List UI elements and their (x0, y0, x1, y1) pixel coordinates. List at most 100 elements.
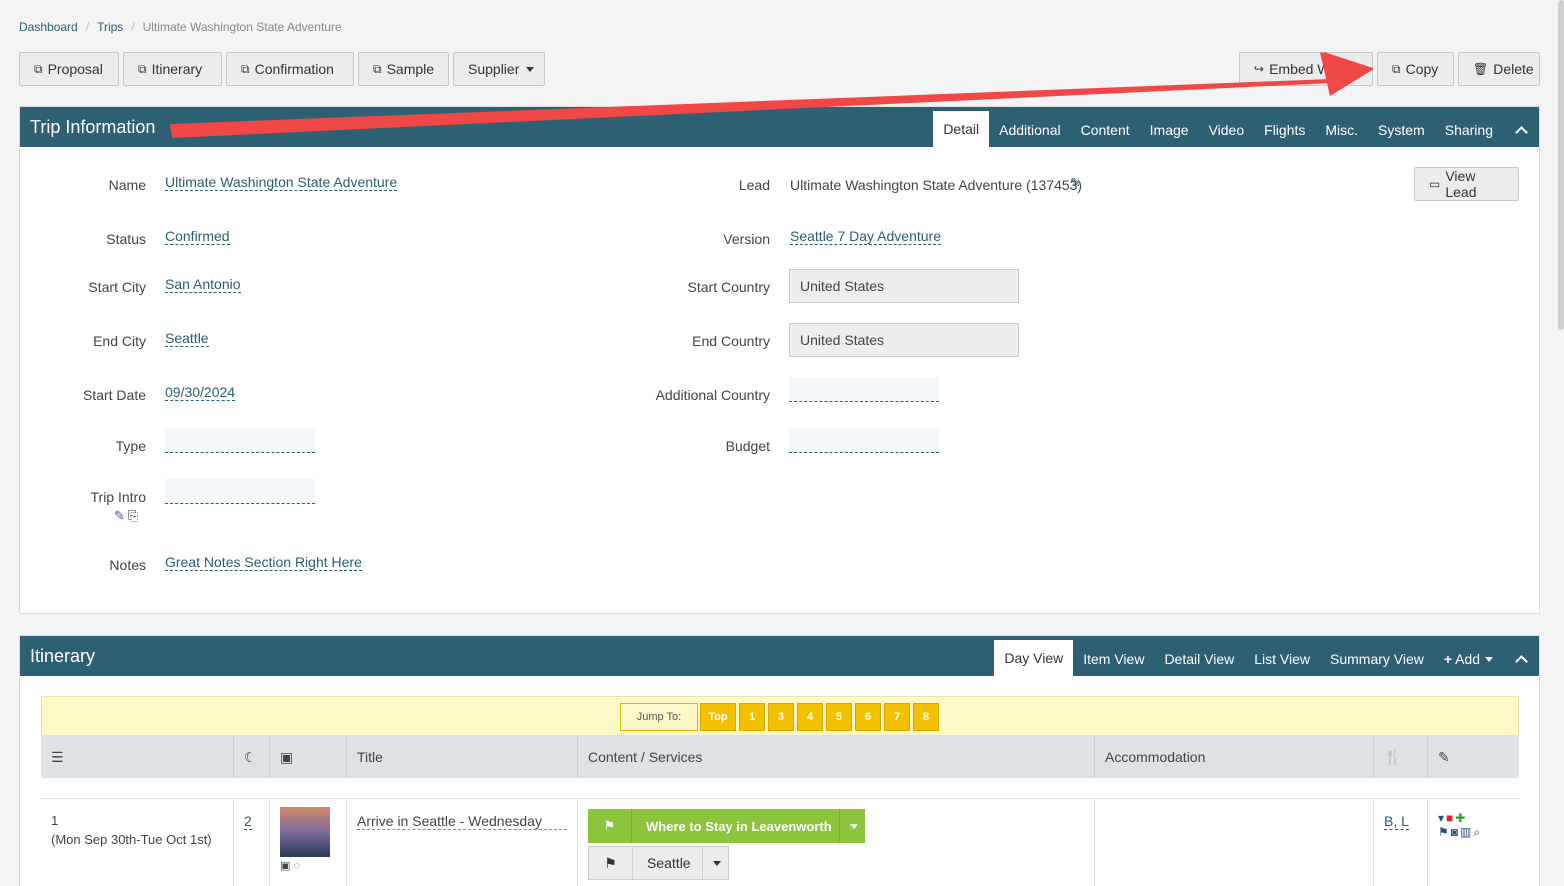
breadcrumb-trips[interactable]: Trips (97, 20, 123, 34)
paste-icon[interactable]: ⎘ (128, 508, 138, 524)
additional-country-label: Additional Country (655, 387, 770, 403)
collapse-icon[interactable] (1503, 113, 1539, 147)
start-date-label: Start Date (82, 387, 146, 403)
building-icon[interactable]: ▥ (1460, 825, 1471, 840)
version-value[interactable]: Seattle 7 Day Adventure (790, 228, 941, 245)
start-city-value[interactable]: San Antonio (165, 276, 241, 293)
caret-down-icon[interactable] (702, 847, 728, 879)
accommodation-cell (1095, 799, 1374, 886)
sample-button[interactable]: ⧉ Sample (358, 52, 449, 86)
tab-summary-view[interactable]: Summary View (1320, 642, 1434, 676)
start-country-field[interactable]: United States (789, 269, 1019, 303)
jump-day-4[interactable]: 4 (797, 703, 823, 731)
tab-detail[interactable]: Detail (933, 111, 990, 147)
meals-cell: B, L (1374, 799, 1428, 886)
itinerary-button[interactable]: ⧉ Itinerary (123, 52, 222, 86)
day-thumbnail[interactable] (280, 807, 330, 857)
flag-icon: ⚑ (589, 847, 633, 879)
itinerary-header: Itinerary Day View Item View Detail View… (20, 636, 1539, 676)
expand-icon[interactable]: ▾ (1438, 811, 1444, 825)
flag-icon[interactable]: ⚑ (1438, 825, 1449, 840)
row-actions: ▾ ■ ✚ ⚑ ◙ ▥ ⌕ (1428, 799, 1519, 886)
tab-sharing[interactable]: Sharing (1435, 113, 1503, 147)
image-tools: ▣ ◌ (280, 859, 336, 872)
jump-day-3[interactable]: 3 (768, 703, 794, 731)
tab-video[interactable]: Video (1199, 113, 1255, 147)
tab-item-view[interactable]: Item View (1073, 642, 1154, 676)
view-lead-button[interactable]: ▭ View Lead (1414, 167, 1519, 201)
caret-down-icon (1485, 656, 1493, 662)
trip-intro-input[interactable] (165, 479, 315, 504)
col-content: Content / Services (578, 736, 1095, 778)
end-city-value[interactable]: Seattle (165, 330, 209, 347)
confirmation-button[interactable]: ⧉ Confirmation (226, 52, 354, 86)
image-icon[interactable]: ▣ (280, 860, 290, 872)
jump-buttons: Top 1 3 4 5 6 7 8 (700, 703, 939, 731)
budget-input[interactable] (789, 428, 939, 453)
col-accommodation: Accommodation (1095, 736, 1374, 778)
trip-information-panel: Trip Information Detail Additional Conte… (19, 106, 1540, 614)
tab-flights[interactable]: Flights (1254, 113, 1315, 147)
jump-day-8[interactable]: 8 (913, 703, 939, 731)
trip-intro-label: Trip Intro (90, 489, 147, 505)
col-title: Title (347, 736, 578, 778)
scrollbar[interactable] (1558, 0, 1564, 330)
trip-actions: ↪ Embed Wi... ⧉ Copy 🗑 Delete (1239, 52, 1540, 86)
type-input[interactable] (165, 428, 315, 453)
image-cell: ▣ ◌ (270, 799, 347, 886)
meals-value[interactable]: B, L (1384, 813, 1409, 830)
trip-tabs: Detail Additional Content Image Video Fl… (933, 107, 1539, 147)
tab-image[interactable]: Image (1140, 113, 1199, 147)
tab-list-view[interactable]: List View (1244, 642, 1320, 676)
content-cell: ⚑ Where to Stay in Leavenworth ⚑ Seattle (578, 799, 1095, 886)
caret-down-icon (526, 66, 535, 72)
day-title[interactable]: Arrive in Seattle - Wednesday (357, 813, 567, 830)
start-date-value[interactable]: 09/30/2024 (165, 384, 236, 401)
tab-detail-view[interactable]: Detail View (1154, 642, 1244, 676)
itinerary-table-header: ☰ ☾ ▣ Title Content / Services Accommoda… (41, 736, 1519, 778)
add-icon[interactable]: ✚ (1455, 811, 1465, 825)
jump-day-1[interactable]: 1 (739, 703, 765, 731)
caret-down-icon[interactable] (839, 809, 865, 843)
external-link-icon: ⧉ (34, 61, 43, 76)
embed-button[interactable]: ↪ Embed Wi... (1239, 52, 1373, 86)
jump-day-6[interactable]: 6 (855, 703, 881, 731)
name-value[interactable]: Ultimate Washington State Adventure (165, 174, 398, 191)
additional-country-input[interactable] (789, 377, 939, 402)
jump-day-7[interactable]: 7 (884, 703, 910, 731)
remove-icon[interactable]: ■ (1446, 811, 1453, 825)
copy-button[interactable]: ⧉ Copy (1377, 52, 1454, 86)
jump-day-5[interactable]: 5 (826, 703, 852, 731)
binoculars-icon[interactable]: ◙ (1451, 825, 1458, 840)
delete-button[interactable]: 🗑 Delete (1458, 52, 1540, 86)
search-icon[interactable]: ⌕ (1473, 825, 1480, 840)
collapse-icon[interactable] (1503, 642, 1539, 676)
end-country-field[interactable]: United States (789, 323, 1019, 357)
notes-value[interactable]: Great Notes Section Right Here (165, 554, 362, 571)
table-row: 1 (Mon Sep 30th-Tue Oct 1st) 2 ▣ ◌ Arriv… (41, 798, 1519, 886)
end-country-label: End Country (692, 333, 770, 349)
lead-label: Lead (738, 177, 770, 193)
breadcrumb-dashboard[interactable]: Dashboard (19, 20, 78, 34)
edit-icon[interactable]: ✎ (114, 508, 125, 524)
service-button-leavenworth[interactable]: ⚑ Where to Stay in Leavenworth (588, 809, 865, 843)
tab-misc[interactable]: Misc. (1315, 113, 1368, 147)
status-value[interactable]: Confirmed (165, 228, 230, 245)
panel-title: Itinerary (30, 645, 96, 666)
add-dropdown[interactable]: + Add (1434, 642, 1503, 676)
tab-additional[interactable]: Additional (989, 113, 1071, 147)
end-city-label: End City (93, 333, 146, 349)
start-city-label: Start City (88, 279, 146, 295)
edit-lead-icon[interactable]: ✎ (1070, 175, 1081, 191)
service-button-seattle[interactable]: ⚑ Seattle (588, 846, 729, 880)
proposal-button[interactable]: ⧉ Proposal (19, 52, 119, 86)
jump-top[interactable]: Top (700, 703, 736, 731)
tab-day-view[interactable]: Day View (994, 640, 1074, 676)
hide-icon[interactable]: ◌ (293, 860, 300, 872)
supplier-dropdown[interactable]: Supplier (453, 52, 545, 86)
nights-value[interactable]: 2 (244, 813, 252, 830)
tab-system[interactable]: System (1368, 113, 1435, 147)
tab-content[interactable]: Content (1071, 113, 1140, 147)
flag-icon: ⚑ (588, 809, 632, 843)
inbox-icon: ▭ (1429, 177, 1441, 191)
